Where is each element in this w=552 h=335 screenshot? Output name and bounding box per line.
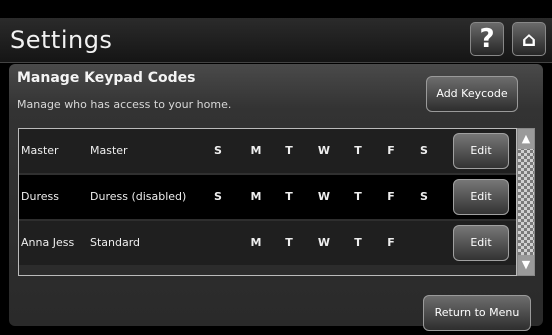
return-to-menu-button[interactable]: Return to Menu <box>423 295 531 331</box>
day-wed: W <box>317 190 331 203</box>
code-name: Master <box>21 144 59 157</box>
table-row: Master Master S M T W T F S Edit <box>19 129 516 173</box>
page-title: Settings <box>10 26 113 54</box>
home-icon: ⌂ <box>521 27 537 51</box>
day-mon: M <box>250 144 262 157</box>
day-sun: S <box>214 190 222 203</box>
day-thu: T <box>354 144 362 157</box>
edit-button[interactable]: Edit <box>453 179 509 215</box>
day-fri: F <box>387 190 395 203</box>
day-thu: T <box>354 190 362 203</box>
help-icon: ? <box>479 24 495 54</box>
title-bar: Settings ? ⌂ <box>0 18 552 63</box>
section-heading: Manage Keypad Codes <box>17 70 196 86</box>
day-sat: S <box>420 190 428 203</box>
scroll-up-icon[interactable]: ▲ <box>518 129 534 149</box>
day-tue: T <box>285 144 293 157</box>
code-type: Master <box>90 144 128 157</box>
day-mon: M <box>250 190 262 203</box>
day-sun: S <box>214 144 222 157</box>
code-type: Duress (disabled) <box>90 190 187 203</box>
edit-button[interactable]: Edit <box>453 133 509 169</box>
help-button[interactable]: ? <box>470 22 504 56</box>
code-type: Standard <box>90 236 141 249</box>
code-name: Duress <box>21 190 59 203</box>
day-tue: T <box>285 190 293 203</box>
table-scrollbar[interactable]: ▲ ▼ <box>517 128 535 276</box>
day-fri: F <box>387 144 395 157</box>
table-row: Duress Duress (disabled) S M T W T F S E… <box>19 175 516 219</box>
keypad-codes-panel: Manage Keypad Codes Manage who has acces… <box>9 64 543 331</box>
day-mon: M <box>250 236 262 249</box>
edit-button[interactable]: Edit <box>453 225 509 261</box>
keycode-table: Master Master S M T W T F S Edit Duress … <box>18 128 517 276</box>
table-row: Anna Jess Standard M T W T F Edit <box>19 221 516 265</box>
code-name: Anna Jess <box>21 236 75 249</box>
settings-screen: Settings ? ⌂ Manage Keypad Codes Manage … <box>0 0 552 335</box>
day-tue: T <box>285 236 293 249</box>
day-sat: S <box>420 144 428 157</box>
add-keycode-button[interactable]: Add Keycode <box>426 76 518 112</box>
scroll-down-icon[interactable]: ▼ <box>518 255 534 275</box>
day-wed: W <box>317 144 331 157</box>
home-button[interactable]: ⌂ <box>512 22 546 56</box>
day-thu: T <box>354 236 362 249</box>
day-fri: F <box>387 236 395 249</box>
section-description: Manage who has access to your home. <box>17 98 232 111</box>
day-wed: W <box>317 236 331 249</box>
